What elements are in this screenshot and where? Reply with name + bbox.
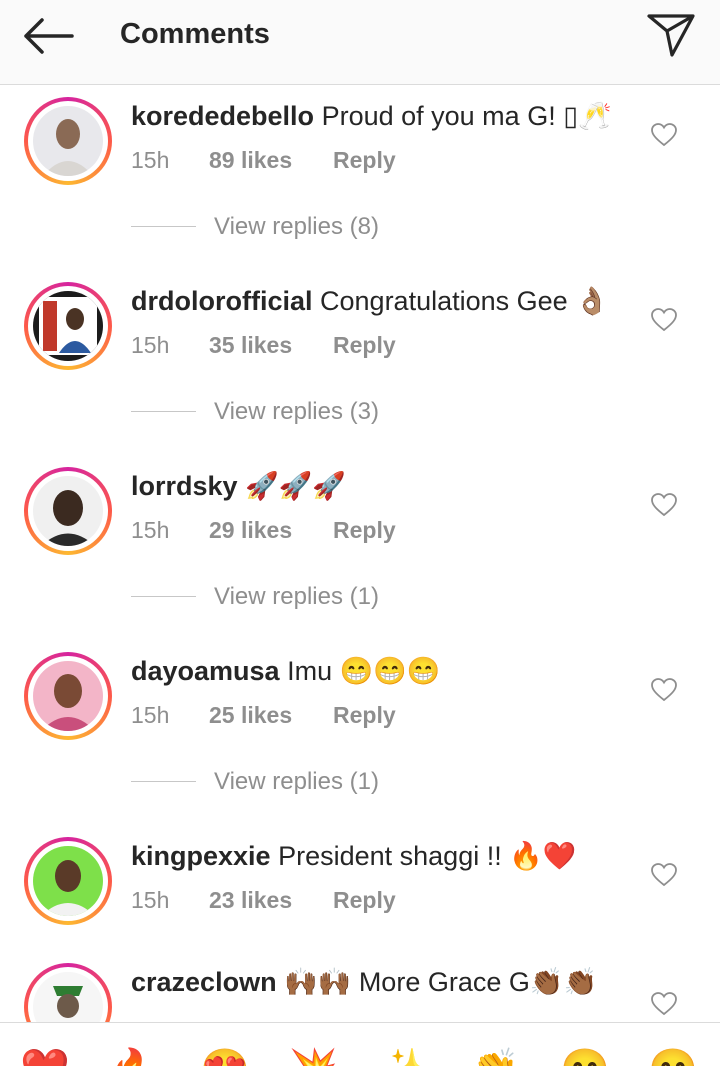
paper-plane-icon[interactable]	[646, 12, 696, 58]
reply-button[interactable]: Reply	[333, 517, 396, 544]
heart-icon[interactable]	[651, 678, 677, 702]
emoji-reaction-bar: ❤️ 🔥 😍 💥 ✨ 👏 😊 😁	[0, 1022, 720, 1066]
comment-likes[interactable]: 29 likes	[209, 517, 292, 544]
comment-row: dayoamusa Imu 😁😁😁 15h 25 likes Reply Vie…	[0, 640, 720, 825]
replies-divider	[131, 411, 196, 412]
heart-icon[interactable]	[651, 308, 677, 332]
comment-username[interactable]: korededebello	[131, 101, 314, 131]
comment-time: 15h	[131, 887, 170, 913]
heart-icon[interactable]	[651, 123, 677, 147]
view-replies-link[interactable]: View replies (3)	[214, 398, 379, 426]
emoji-collision-button[interactable]: 💥	[288, 1045, 338, 1066]
replies-divider	[131, 596, 196, 597]
emoji-sparkles-button[interactable]: ✨	[380, 1045, 430, 1066]
comment-text: Proud of you ma G! ▯🥂	[321, 101, 612, 131]
avatar[interactable]	[24, 837, 112, 925]
comment-likes[interactable]: 23 likes	[209, 887, 292, 914]
emoji-fire-button[interactable]: 🔥	[108, 1045, 158, 1066]
comment-username[interactable]: dayoamusa	[131, 656, 280, 686]
heart-icon[interactable]	[651, 493, 677, 517]
comment-likes[interactable]: 25 likes	[209, 702, 292, 729]
avatar[interactable]	[24, 467, 112, 555]
comment-body: drdolorofficial Congratulations Gee 👌🏽	[131, 285, 609, 317]
heart-icon[interactable]	[651, 863, 677, 887]
comment-row: drdolorofficial Congratulations Gee 👌🏽 1…	[0, 270, 720, 455]
comment-text: Congratulations Gee 👌🏽	[320, 286, 609, 316]
emoji-heart-button[interactable]: ❤️	[20, 1045, 70, 1066]
comment-row: lorrdsky 🚀🚀🚀 15h 29 likes Reply View rep…	[0, 455, 720, 640]
avatar[interactable]	[24, 963, 112, 1022]
comment-text: 🙌🏾🙌🏾 More Grace G👏🏾👏🏾	[284, 967, 598, 997]
avatar[interactable]	[24, 97, 112, 185]
comment-username[interactable]: drdolorofficial	[131, 286, 313, 316]
comment-time: 15h	[131, 517, 170, 543]
comment-body: dayoamusa Imu 😁😁😁	[131, 655, 440, 687]
view-replies-link[interactable]: View replies (8)	[214, 213, 379, 241]
arrow-left-icon[interactable]	[22, 16, 74, 56]
top-bar: Comments	[0, 0, 720, 85]
comment-username[interactable]: lorrdsky	[131, 471, 238, 501]
emoji-clap-button[interactable]: 👏	[470, 1045, 520, 1066]
comment-likes[interactable]: 89 likes	[209, 147, 292, 174]
avatar[interactable]	[24, 282, 112, 370]
reply-button[interactable]: Reply	[333, 702, 396, 729]
comment-body: lorrdsky 🚀🚀🚀	[131, 470, 346, 502]
comment-username[interactable]: crazeclown	[131, 967, 277, 997]
comment-row: crazeclown 🙌🏾🙌🏾 More Grace G👏🏾👏🏾	[0, 955, 720, 1022]
comment-body: korededebello Proud of you ma G! ▯🥂	[131, 100, 612, 132]
comment-body: kingpexxie President shaggi !! 🔥❤️	[131, 840, 576, 872]
comment-body: crazeclown 🙌🏾🙌🏾 More Grace G👏🏾👏🏾	[131, 966, 597, 998]
comment-text: President shaggi !! 🔥❤️	[278, 841, 577, 871]
comment-text: Imu 😁😁😁	[287, 656, 441, 686]
reply-button[interactable]: Reply	[333, 332, 396, 359]
replies-divider	[131, 226, 196, 227]
page-title: Comments	[120, 18, 270, 50]
emoji-smile-button[interactable]: 😊	[560, 1045, 610, 1066]
avatar[interactable]	[24, 652, 112, 740]
reply-button[interactable]: Reply	[333, 147, 396, 174]
comment-time: 15h	[131, 332, 170, 358]
comment-text: 🚀🚀🚀	[245, 471, 346, 501]
comment-time: 15h	[131, 147, 170, 173]
view-replies-link[interactable]: View replies (1)	[214, 583, 379, 611]
comment-time: 15h	[131, 702, 170, 728]
emoji-heart-eyes-button[interactable]: 😍	[200, 1045, 250, 1066]
view-replies-link[interactable]: View replies (1)	[214, 768, 379, 796]
emoji-grin-button[interactable]: 😁	[648, 1045, 698, 1066]
comment-likes[interactable]: 35 likes	[209, 332, 292, 359]
comment-row: korededebello Proud of you ma G! ▯🥂 15h …	[0, 85, 720, 270]
comment-username[interactable]: kingpexxie	[131, 841, 271, 871]
reply-button[interactable]: Reply	[333, 887, 396, 914]
heart-icon[interactable]	[651, 992, 677, 1016]
replies-divider	[131, 781, 196, 782]
